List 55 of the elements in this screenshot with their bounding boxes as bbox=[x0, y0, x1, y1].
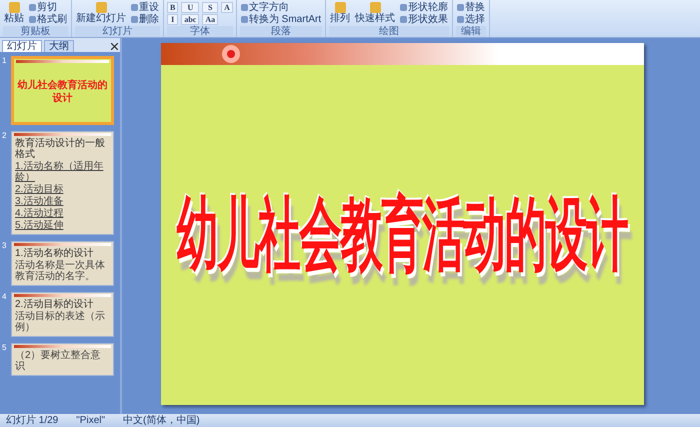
thumbnail-text: 活动名称是一次具体教育活动的名字。 bbox=[15, 260, 106, 282]
slide-number: 4 bbox=[2, 292, 8, 301]
slide-number: 1 bbox=[2, 56, 8, 65]
thumbnail-title: 教育活动设计的一般格式 bbox=[15, 138, 106, 160]
group-label: 编辑 bbox=[456, 26, 486, 37]
format-button[interactable]: S bbox=[202, 2, 218, 12]
ribbon-button[interactable]: 删除 bbox=[130, 14, 160, 24]
thumbnail-link: 4.活动过程 bbox=[15, 208, 64, 219]
ribbon-button[interactable]: 转换为 SmartArt bbox=[240, 14, 322, 24]
slide-counter: 幻灯片 1/29 bbox=[6, 415, 58, 426]
ribbon-button[interactable]: 重设 bbox=[130, 2, 160, 12]
thumbnail-link: 1.活动名称（适用年龄） bbox=[15, 161, 104, 183]
slide-number: 3 bbox=[2, 241, 8, 250]
slide-thumbnail[interactable]: 2.活动目标的设计 活动目标的表述（示例） bbox=[11, 292, 114, 337]
ribbon-button[interactable]: 替换 bbox=[456, 2, 486, 12]
thumbnail-title: 2.活动目标的设计 bbox=[15, 299, 94, 310]
slide-number: 2 bbox=[2, 131, 8, 140]
thumbnail-title: 幼儿社会教育活动的设计 bbox=[17, 78, 108, 106]
thumbnail-link: 2.活动目标 bbox=[15, 184, 64, 195]
theme-name: "Pixel" bbox=[76, 415, 106, 426]
slide-number: 5 bbox=[2, 343, 8, 352]
group-label: 剪贴板 bbox=[3, 26, 68, 37]
thumbnail-link: 3.活动准备 bbox=[15, 196, 64, 207]
format-button[interactable]: A bbox=[221, 2, 233, 12]
group-label: 绘图 bbox=[329, 26, 450, 37]
slide-thumbnail[interactable]: （2）要树立整合意识 bbox=[11, 343, 114, 376]
format-button[interactable]: B bbox=[167, 2, 178, 12]
group-label: 幻灯片 bbox=[75, 26, 160, 37]
format-button[interactable]: Aa bbox=[202, 14, 218, 24]
ribbon-button[interactable]: 格式刷 bbox=[28, 14, 68, 24]
format-button[interactable]: I bbox=[167, 14, 178, 24]
language-label: 中文(简体，中国) bbox=[123, 415, 200, 426]
ribbon-button[interactable]: 快速样式 bbox=[354, 2, 396, 24]
slide-thumbnail[interactable]: 1.活动名称的设计 活动名称是一次具体教育活动的名字。 bbox=[11, 241, 114, 286]
ribbon-button[interactable]: 新建幻灯片 bbox=[75, 2, 127, 24]
slide-thumbnail[interactable]: 教育活动设计的一般格式 1.活动名称（适用年龄） 2.活动目标 3.活动准备 4.活动过程 5.活动延伸 bbox=[11, 131, 114, 235]
ribbon-button[interactable]: 粘贴 bbox=[3, 2, 25, 24]
panel-tab[interactable]: 幻灯片 bbox=[2, 40, 42, 52]
ribbon-button[interactable]: 形状效果 bbox=[399, 14, 450, 24]
thumbnail-link: 5.活动延伸 bbox=[15, 220, 64, 231]
ribbon-button[interactable]: 排列 bbox=[329, 2, 352, 24]
format-button[interactable]: U bbox=[181, 2, 200, 12]
group-label: 段落 bbox=[240, 26, 322, 37]
panel-tab[interactable]: 大纲 bbox=[44, 40, 74, 52]
slide-title: 幼儿社会教育活动的设计 bbox=[176, 188, 628, 281]
group-label: 字体 bbox=[167, 26, 233, 37]
thumbnail-text: （2）要树立整合意识 bbox=[15, 350, 102, 372]
format-button[interactable]: abc bbox=[181, 14, 200, 24]
ribbon-button[interactable]: 剪切 bbox=[28, 2, 68, 12]
ribbon-button[interactable]: 形状轮廓 bbox=[399, 2, 450, 12]
thumbnail-title: 1.活动名称的设计 bbox=[15, 248, 94, 259]
ribbon-button[interactable]: 选择 bbox=[456, 14, 486, 24]
thumbnail-text: 活动目标的表述（示例） bbox=[15, 311, 106, 333]
ribbon-button[interactable]: 文字方向 bbox=[240, 2, 322, 12]
close-icon[interactable] bbox=[111, 42, 118, 50]
